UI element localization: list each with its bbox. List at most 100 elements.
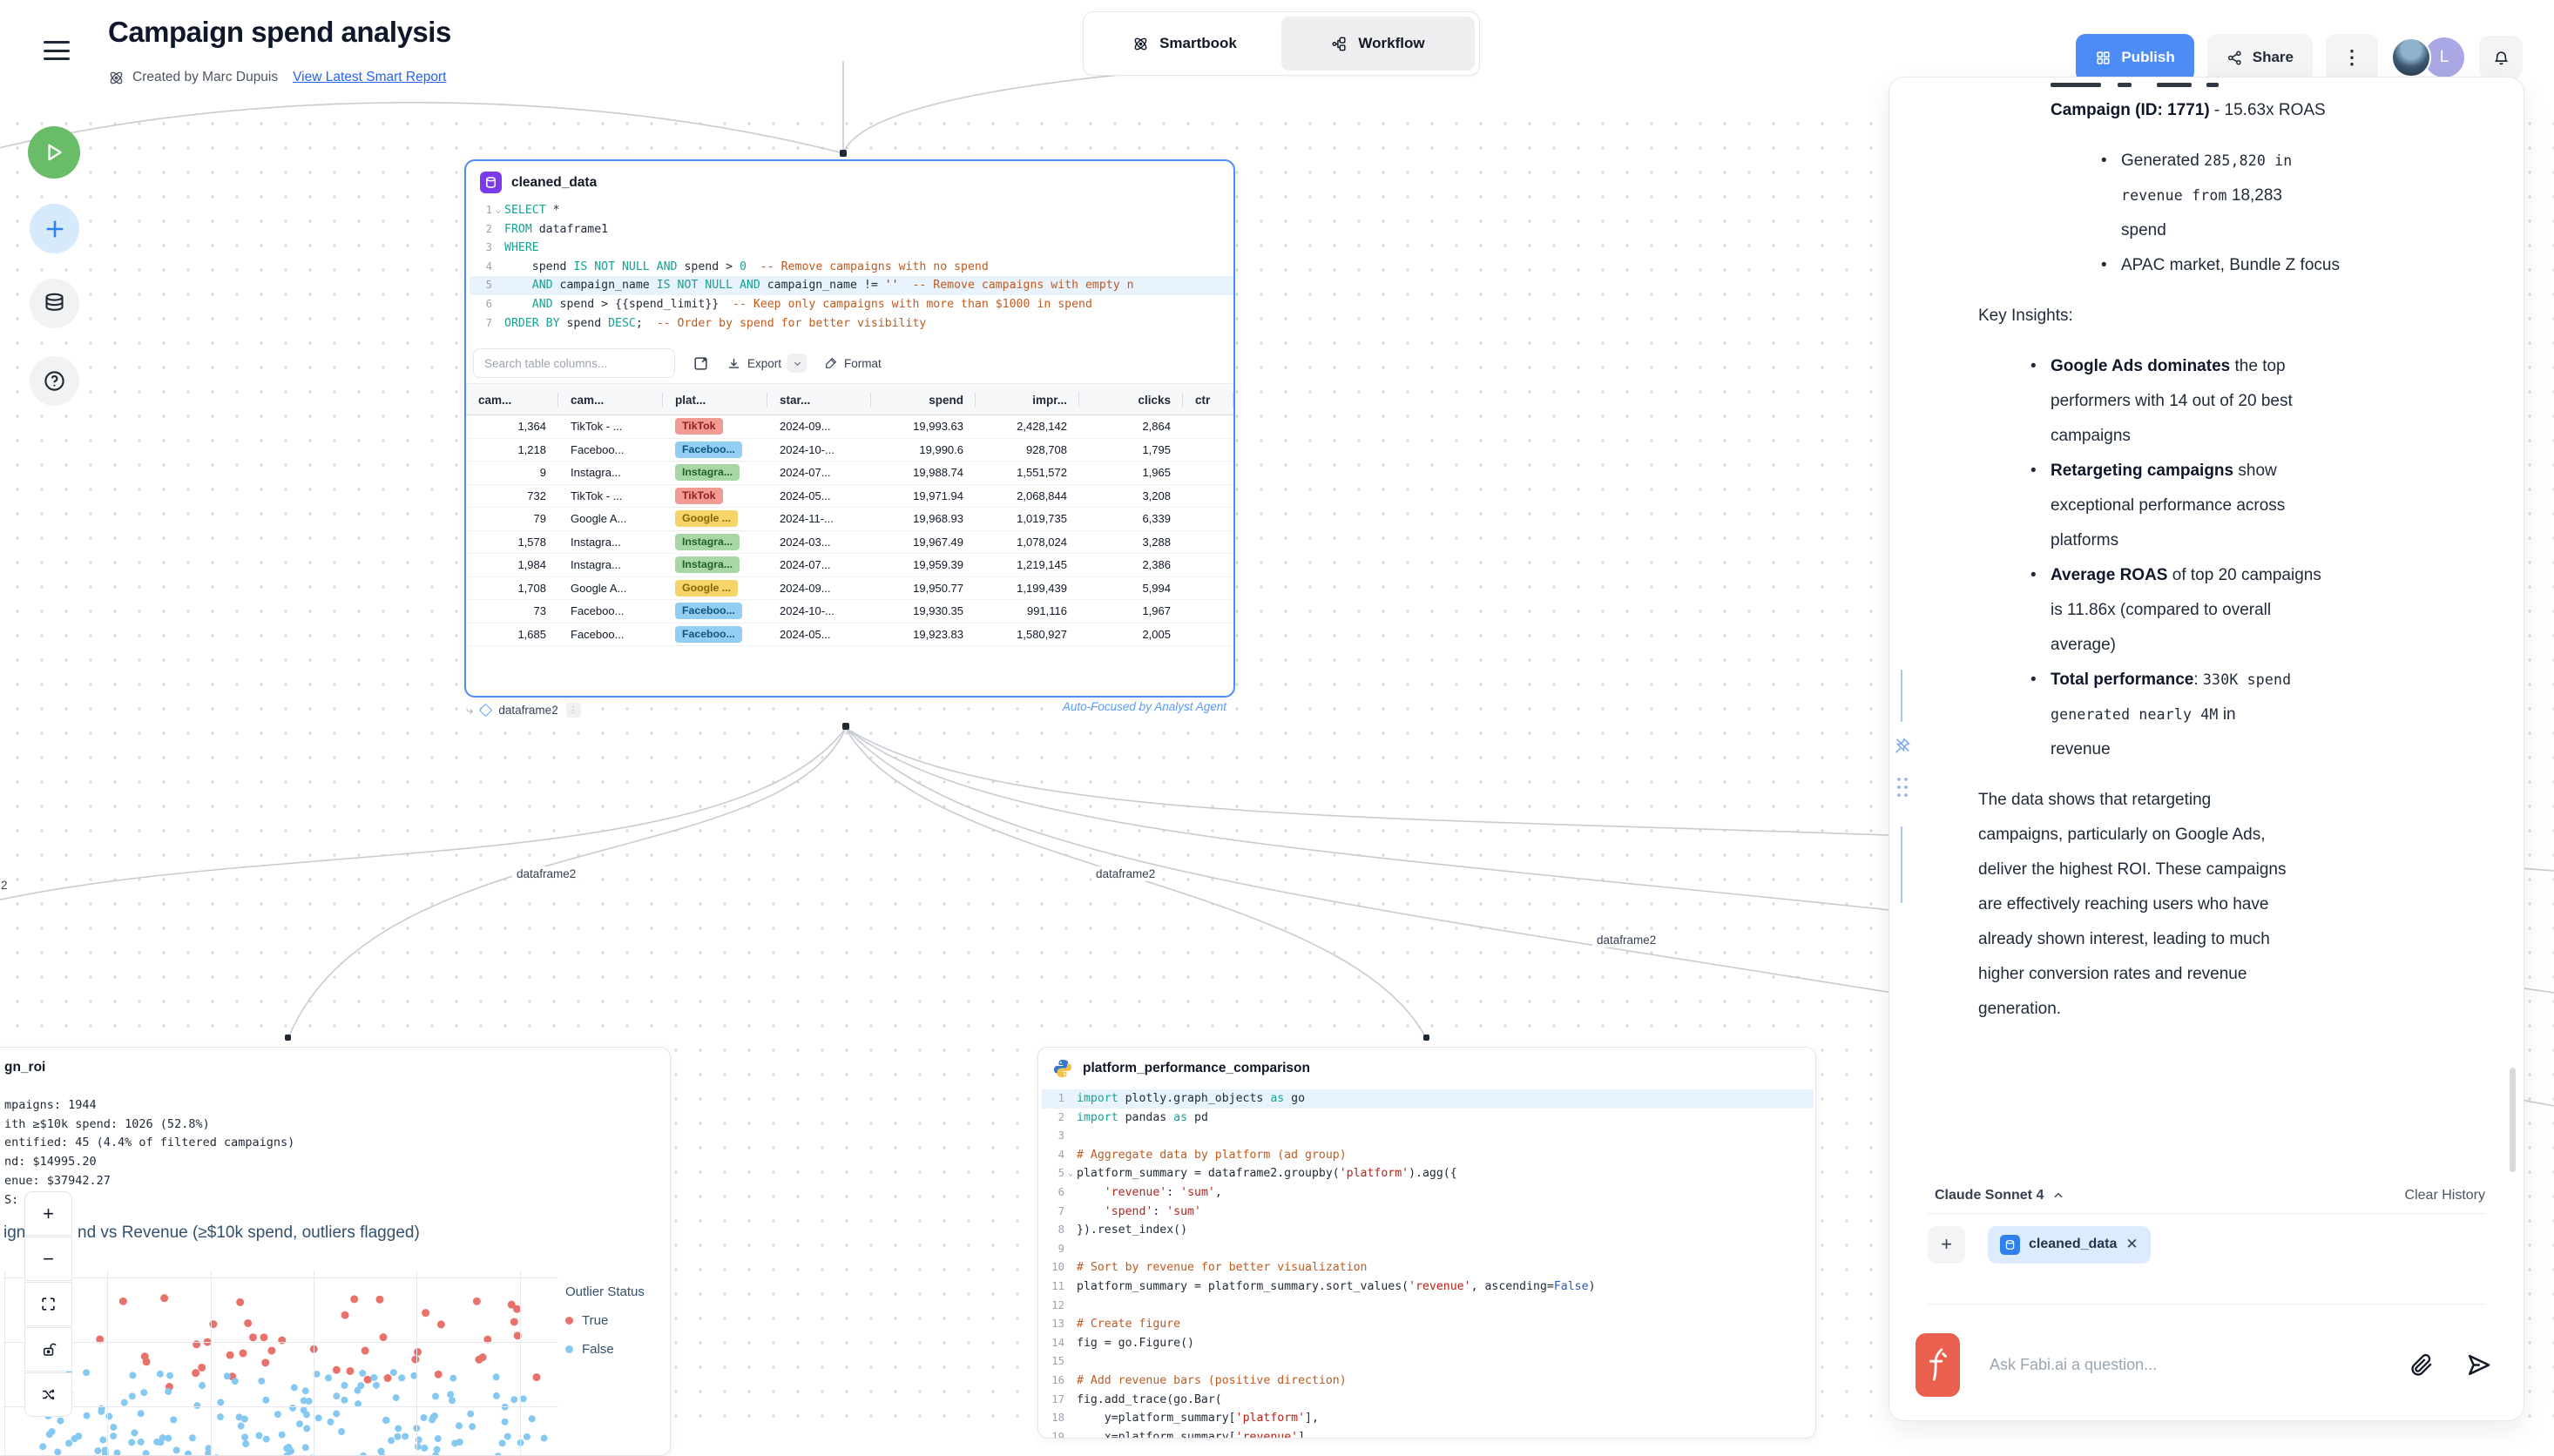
avatar-photo[interactable] [2391,37,2431,78]
table-cell: 19,968.93 [871,508,976,530]
output-dataframe-chip[interactable]: ⤷ dataframe2 ⋮ [466,700,581,719]
legend-item-true[interactable]: True [565,1313,645,1328]
code-line: 9 [1042,1240,1814,1259]
code-line: 6 AND spend > {{spend_limit}} -- Keep on… [470,295,1233,314]
add-context-button[interactable]: + [1928,1226,1965,1264]
avatar-group[interactable]: L [2391,37,2466,78]
model-selector[interactable]: Claude Sonnet 4 [1935,1188,2064,1203]
edge-label-dataframe2: dataframe2 [512,866,580,881]
remove-context-icon[interactable]: ✕ [2125,1236,2138,1253]
chip-menu-icon[interactable]: ⋮ [566,703,581,718]
table-row[interactable]: 1,578Instagra...Instagra...2024-03...19,… [466,531,1233,555]
table-cell: 2,386 [1079,554,1183,576]
ask-question-input[interactable] [1990,1347,2379,1382]
column-header[interactable]: star... [767,384,871,415]
code-line: 5⌄platform_summary = dataframe2.groupby(… [1042,1164,1814,1183]
node-title: cleaned_data [511,175,597,191]
node-platform-performance-comparison[interactable]: platform_performance_comparison 1import … [1037,1047,1816,1439]
table-row[interactable]: 73Faceboo...Faceboo...2024-10-...19,930.… [466,600,1233,624]
scrollbar-thumb[interactable] [2510,1068,2516,1172]
table-row[interactable]: 1,364TikTok - ...TikTok2024-09...19,993.… [466,415,1233,439]
table-row[interactable]: 9Instagra...Instagra...2024-07...19,988.… [466,462,1233,485]
notifications-button[interactable] [2479,36,2523,79]
sql-editor[interactable]: 1⌄SELECT *2FROM dataframe13WHERE4 spend … [470,201,1233,333]
export-button[interactable]: Export [726,354,807,373]
table-cell: 1,685 [466,624,558,646]
dataframe-diamond-icon [479,703,493,717]
fullscreen-button[interactable] [24,1282,72,1326]
format-pen-icon [824,356,838,370]
table-cell: 1,965 [1079,462,1183,484]
drag-handle-icon[interactable] [1893,776,1912,799]
add-node-button[interactable] [30,204,79,253]
shuffle-icon [40,1386,57,1403]
table-cell: 2024-03... [767,531,871,554]
insight-bullet: Retargeting campaigns showexceptional pe… [2030,454,2496,558]
more-options-button[interactable]: ⋮ [2326,34,2378,82]
table-cell: 2024-10-... [767,600,871,623]
run-workflow-button[interactable] [28,126,80,179]
context-chip-cleaned-data[interactable]: cleaned_data ✕ [1988,1226,2151,1264]
attachment-icon[interactable] [2409,1352,2436,1378]
shuffle-button[interactable] [24,1372,72,1417]
tab-smartbook[interactable]: Smartbook [1088,17,1281,71]
export-options-chevron[interactable] [787,354,807,373]
table-cell: 928,708 [976,439,1079,462]
table-cell: TikTok - ... [558,415,663,438]
table-cell: 2024-11-... [767,508,871,530]
fabi-logo [1916,1333,1960,1397]
clear-history-button[interactable]: Clear History [2405,1188,2485,1203]
format-button[interactable]: Format [824,356,882,370]
column-header[interactable]: plat... [663,384,767,415]
python-editor[interactable]: 1import plotly.graph_objects as go2impor… [1042,1089,1814,1439]
zoom-in-button[interactable]: + [24,1191,72,1236]
column-header[interactable]: cam... [558,384,663,415]
publish-button[interactable]: Publish [2076,34,2193,82]
table-cell: 1,364 [466,415,558,438]
help-button[interactable] [30,356,79,406]
table-row[interactable]: 79Google A...Google ...2024-11-...19,968… [466,508,1233,531]
node-cleaned-data[interactable]: cleaned_data 1⌄SELECT *2FROM dataframe13… [464,159,1235,698]
page-title[interactable]: Campaign spend analysis [108,16,451,49]
smartbook-atom-icon [108,70,125,86]
share-button[interactable]: Share [2207,34,2313,82]
table-row[interactable]: 1,218Faceboo...Faceboo...2024-10-...19,9… [466,439,1233,462]
pin-icon[interactable] [1893,736,1912,755]
search-columns-input[interactable] [473,348,675,378]
table-cell: 2024-07... [767,462,871,484]
table-row[interactable]: 1,984Instagra...Instagra...2024-07...19,… [466,554,1233,577]
legend-item-false[interactable]: False [565,1342,645,1357]
column-header[interactable]: spend [871,384,976,415]
code-line: 5 AND campaign_name IS NOT NULL AND camp… [470,276,1233,295]
table-cell: Google A... [558,577,663,600]
table-cell: Instagra... [663,462,767,484]
send-icon[interactable] [2465,1352,2492,1378]
data-sources-button[interactable] [30,279,79,328]
table-cell: Faceboo... [663,624,767,646]
roi-input-handle[interactable] [285,1035,291,1041]
node-output-handle[interactable] [842,723,849,730]
column-header[interactable]: ctr [1183,384,1233,415]
view-smart-report-link[interactable]: View Latest Smart Report [293,70,446,85]
expand-table-icon[interactable] [693,355,709,372]
column-header[interactable]: impr... [976,384,1079,415]
lock-axes-button[interactable] [24,1327,72,1372]
column-header[interactable]: clicks [1079,384,1183,415]
table-row[interactable]: 732TikTok - ...TikTok2024-05...19,971.94… [466,485,1233,509]
platform-input-handle[interactable] [1423,1035,1429,1041]
tab-workflow[interactable]: Workflow [1281,17,1475,71]
table-row[interactable]: 1,708Google A...Google ...2024-09...19,9… [466,577,1233,601]
scatter-plot[interactable] [3,1271,558,1456]
platform-badge: Faceboo... [675,603,742,619]
table-cell: Faceboo... [558,439,663,462]
table-cell: 1,708 [466,577,558,600]
node-campaign-roi[interactable]: gn_roi mpaigns: 1944 ith ≥$10k spend: 10… [0,1047,671,1456]
node-input-handle[interactable] [840,150,847,157]
column-header[interactable]: cam... [466,384,558,415]
zoom-out-button[interactable]: − [24,1237,72,1281]
code-line: 14fig = go.Figure() [1042,1334,1814,1353]
code-line: 17fig.add_trace(go.Bar( [1042,1391,1814,1410]
table-row[interactable]: 1,685Faceboo...Faceboo...2024-05...19,92… [466,624,1233,647]
menu-icon[interactable] [44,41,70,64]
table-cell: 19,967.49 [871,531,976,554]
